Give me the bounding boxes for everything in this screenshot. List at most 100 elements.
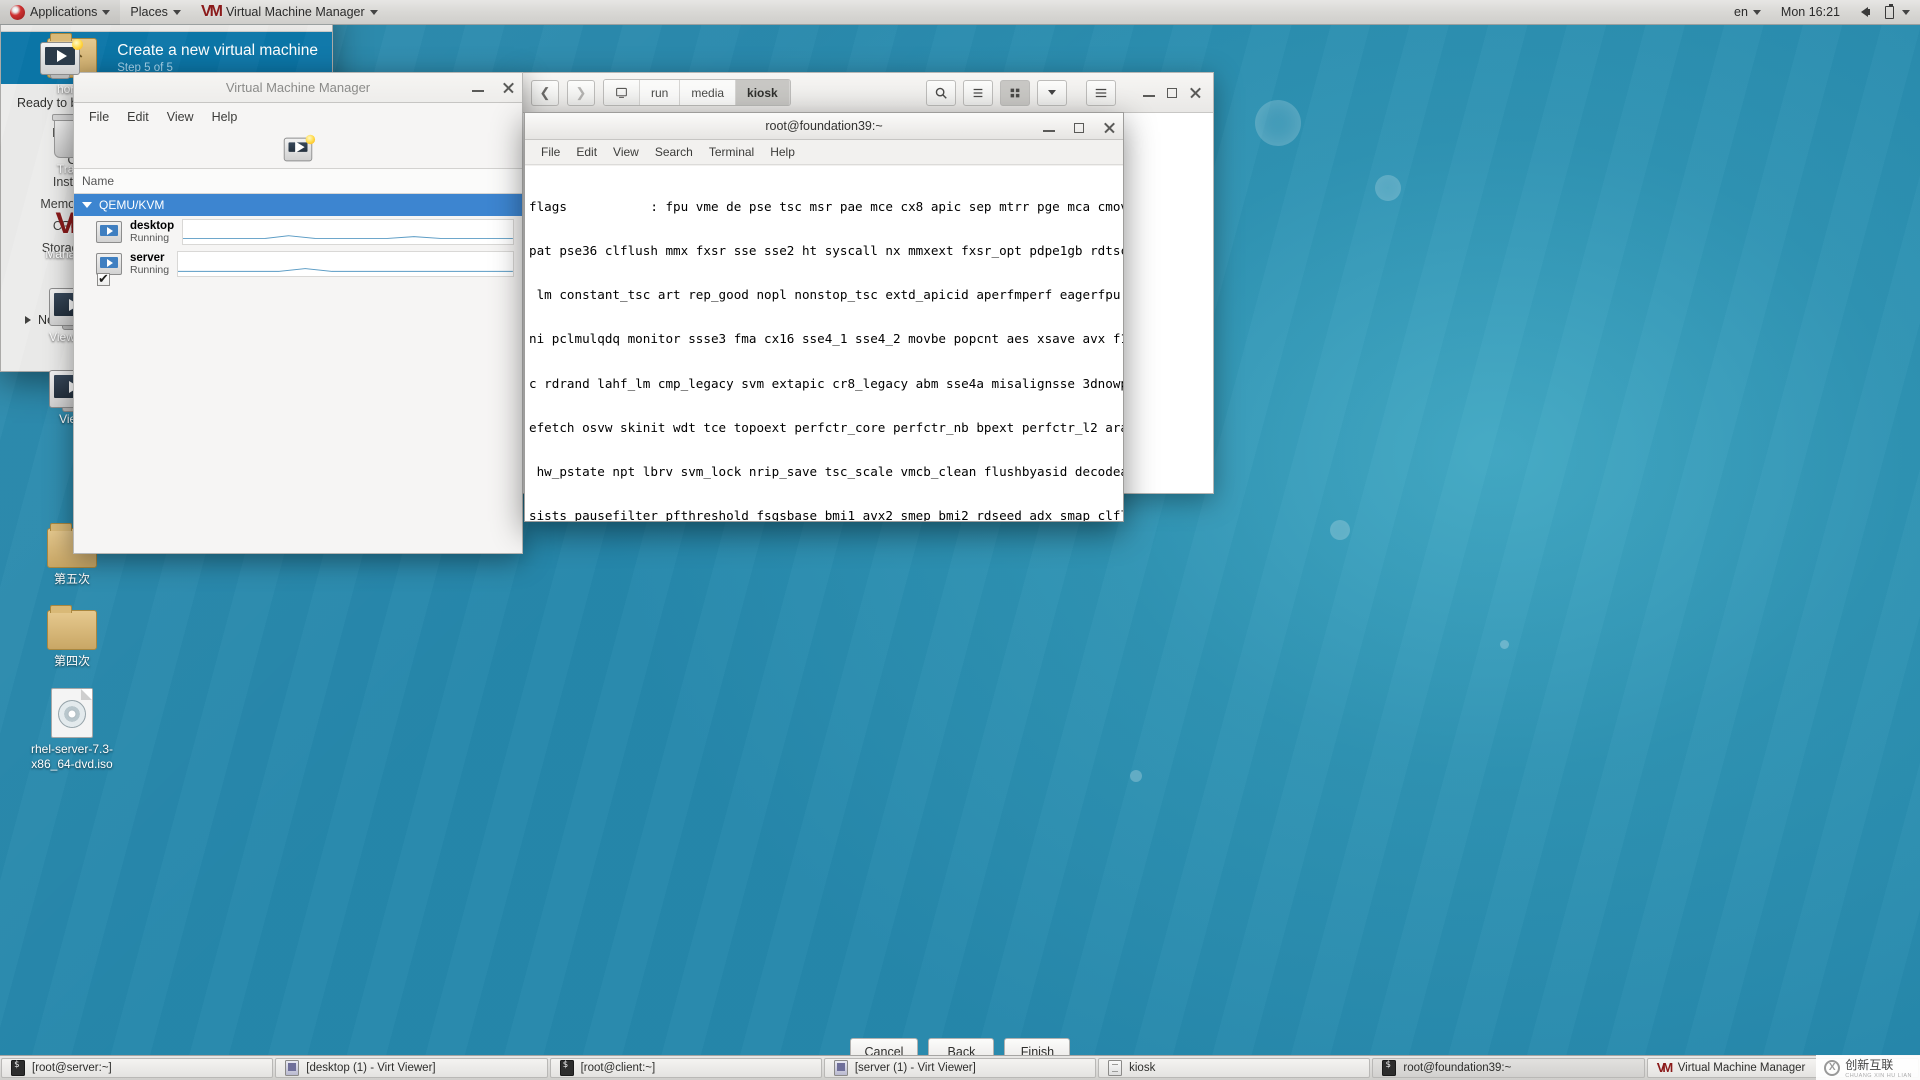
taskbar-item-label: kiosk — [1129, 1062, 1156, 1074]
forward-icon[interactable]: ❯ — [567, 79, 595, 106]
terminal-line: hw_pstate npt lbrv svm_lock nrip_save ts… — [529, 464, 1123, 479]
chevron-down-icon — [82, 202, 92, 208]
terminal-menu-edit[interactable]: Edit — [568, 143, 605, 161]
vmm-menu-help[interactable]: Help — [203, 107, 247, 127]
terminal-line: pat pse36 clflush mmx fxsr sse sse2 ht s… — [529, 242, 1123, 258]
terminal-line: sists pausefilter pfthreshold fsgsbase b… — [529, 508, 1123, 521]
files-icon — [1108, 1060, 1123, 1076]
breadcrumb-media[interactable]: media — [680, 80, 737, 105]
vmm-connection-label: QEMU/KVM — [99, 198, 165, 212]
list-view-icon[interactable] — [963, 79, 993, 106]
vmm-title-label: Virtual Machine Manager — [225, 80, 371, 95]
vmm-menu-file[interactable]: File — [80, 107, 118, 127]
vmm-connection-row[interactable]: QEMU/KVM — [74, 194, 522, 216]
chevron-down-icon — [1902, 9, 1910, 15]
active-app-menu[interactable]: VM Virtual Machine Manager — [191, 0, 388, 25]
vmm-vm-name: desktop — [130, 220, 175, 232]
vmm-vm-row[interactable]: desktop Running — [74, 216, 522, 248]
applications-label: Applications — [30, 5, 98, 19]
breadcrumb-kiosk[interactable]: kiosk — [736, 80, 790, 105]
monitor-icon — [833, 1060, 848, 1076]
vmm-minimize-button[interactable] — [470, 80, 486, 96]
language-indicator[interactable]: en — [1724, 0, 1771, 25]
taskbar-item-kiosk[interactable]: kiosk — [1098, 1058, 1371, 1078]
watermark: X 创新互联 CHUANG XIN HU LIAN — [1816, 1055, 1920, 1080]
watermark-logo-icon: X — [1824, 1059, 1841, 1076]
wallpaper-bubble — [1500, 640, 1509, 649]
files-close-button[interactable] — [1187, 85, 1203, 101]
places-menu[interactable]: Places — [120, 0, 191, 25]
terminal-menu-view[interactable]: View — [605, 143, 647, 161]
terminal-line: efetch osvw skinit wdt tce topoext perfc… — [529, 419, 1123, 435]
files-maximize-button[interactable] — [1164, 85, 1180, 101]
vmm-close-button[interactable] — [500, 80, 516, 96]
taskbar-item-root-client[interactable]: [root@client:~] — [549, 1058, 822, 1078]
breadcrumb: run media kiosk — [603, 79, 791, 106]
terminal-menu-help[interactable]: Help — [762, 143, 803, 161]
vmm-vm-state: Running — [130, 264, 170, 276]
taskbar-item-label: [root@client:~] — [580, 1062, 656, 1074]
breadcrumb-run[interactable]: run — [640, 80, 681, 105]
clock[interactable]: Mon 16:21 — [1771, 0, 1850, 25]
vm-monitor-icon — [96, 221, 122, 243]
terminal-menu-search[interactable]: Search — [647, 143, 701, 161]
taskbar-item-label: [desktop (1) - Virt Viewer] — [306, 1062, 436, 1074]
desktop-icon-folder-4[interactable]: 第四次 — [24, 605, 120, 669]
vmm-vm-row[interactable]: server Running — [74, 248, 522, 280]
terminal-minimize-button[interactable] — [1041, 120, 1057, 136]
terminal-menu-file[interactable]: File — [533, 143, 568, 161]
virtual-machine-manager-window: Virtual Machine Manager File Edit View H… — [73, 72, 523, 554]
terminal-window: root@foundation39:~ File Edit View Searc… — [524, 112, 1124, 522]
desktop-icon-label: 第四次 — [53, 654, 90, 668]
grid-view-icon[interactable] — [1000, 79, 1030, 106]
speaker-muted-icon — [1860, 4, 1876, 20]
terminal-menu-terminal[interactable]: Terminal — [701, 143, 762, 161]
taskbar-item-desktop-virt-viewer[interactable]: [desktop (1) - Virt Viewer] — [275, 1058, 548, 1078]
terminal-close-button[interactable] — [1101, 120, 1117, 136]
terminal-output[interactable]: flags : fpu vme de pse tsc msr pae mce c… — [525, 166, 1123, 521]
wallpaper-bubble — [1130, 770, 1142, 782]
vmm-vm-name: server — [130, 252, 165, 264]
wallpaper-bubble — [1375, 175, 1401, 201]
terminal-line: flags : fpu vme de pse tsc msr pae mce c… — [529, 198, 1123, 214]
folder-icon — [47, 605, 97, 650]
taskbar: [root@server:~] [desktop (1) - Virt View… — [0, 1055, 1920, 1080]
terminal-menubar: File Edit View Search Terminal Help — [525, 140, 1123, 165]
taskbar-item-root-server[interactable]: [root@server:~] — [1, 1058, 274, 1078]
terminal-icon — [559, 1060, 574, 1076]
hamburger-menu-icon[interactable] — [1086, 79, 1116, 106]
chevron-down-icon — [369, 9, 378, 15]
vmm-menu-edit[interactable]: Edit — [118, 107, 158, 127]
terminal-icon — [1382, 1060, 1397, 1076]
places-label: Places — [130, 5, 168, 19]
redhat-icon — [10, 4, 25, 20]
applications-menu[interactable]: Applications — [0, 0, 121, 25]
system-status-area[interactable] — [1850, 0, 1920, 25]
back-icon[interactable]: ❮ — [531, 79, 559, 106]
new-vm-icon[interactable] — [283, 134, 316, 162]
vm-monitor-icon — [40, 38, 84, 79]
vmware-icon: VM — [1656, 1060, 1674, 1075]
chevron-down-icon[interactable] — [1037, 79, 1067, 106]
taskbar-item-server-virt-viewer[interactable]: [server (1) - Virt Viewer] — [823, 1058, 1097, 1078]
taskbar-item-label: root@foundation39:~ — [1403, 1062, 1512, 1074]
desktop-icon-iso[interactable]: rhel-server-7.3-x86_64-dvd.iso — [24, 688, 120, 772]
taskbar-item-label: [root@server:~] — [32, 1062, 112, 1074]
chevron-down-icon — [102, 9, 111, 15]
wallpaper-bubble — [1330, 520, 1350, 540]
taskbar-item-root-foundation39[interactable]: root@foundation39:~ — [1372, 1058, 1645, 1078]
search-icon[interactable] — [926, 79, 956, 106]
wallpaper-bubble — [1255, 100, 1301, 146]
files-minimize-button[interactable] — [1141, 85, 1157, 101]
watermark-text: 创新互联 — [1845, 1058, 1894, 1072]
vmm-vm-state: Running — [130, 232, 170, 244]
vmm-menu-view[interactable]: View — [158, 107, 203, 127]
watermark-subtext: CHUANG XIN HU LIAN — [1845, 1073, 1912, 1079]
computer-icon[interactable] — [604, 80, 640, 105]
vmware-icon: VM — [200, 3, 223, 20]
terminal-icon — [11, 1060, 25, 1076]
taskbar-item-label: [server (1) - Virt Viewer] — [854, 1062, 976, 1074]
files-toolbar: ❮ ❯ run media kiosk — [521, 73, 1213, 113]
terminal-maximize-button[interactable] — [1071, 120, 1087, 136]
terminal-title-label: root@foundation39:~ — [765, 119, 883, 133]
